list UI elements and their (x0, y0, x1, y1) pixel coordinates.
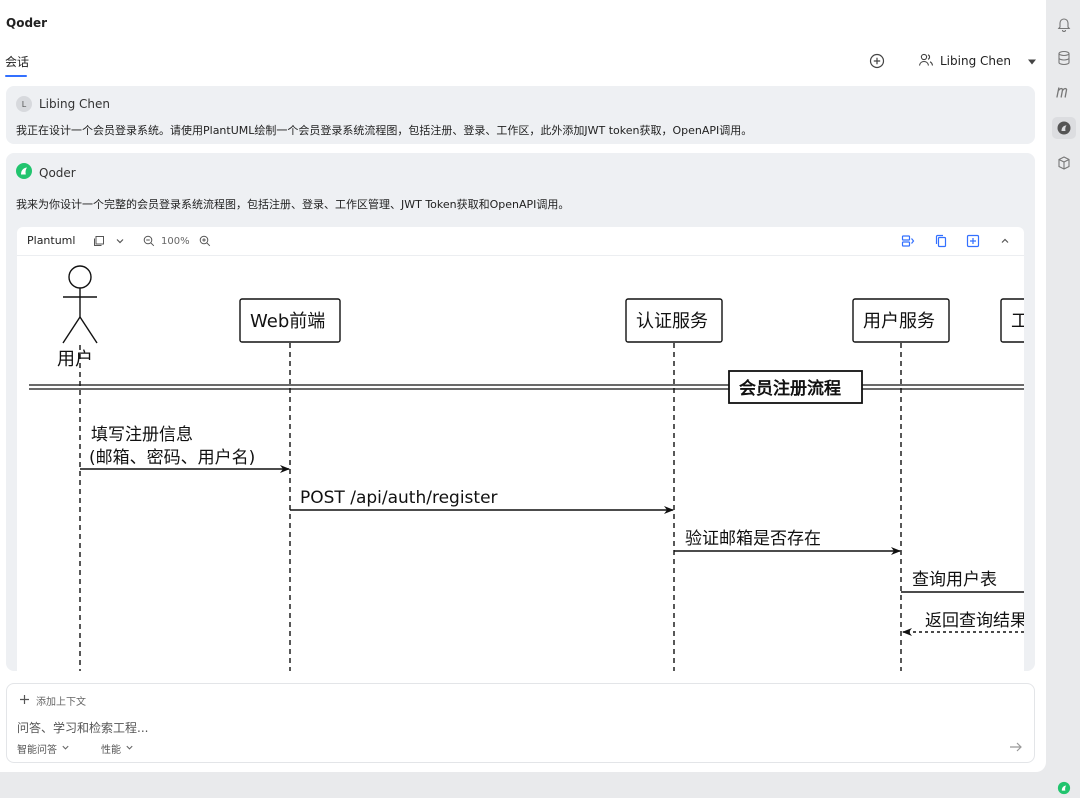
chevron-down-icon (61, 743, 70, 755)
split-view-icon[interactable] (901, 233, 915, 249)
tab-conversation[interactable]: 会话 (5, 53, 29, 70)
panel-toolbar: Plantuml 100% (17, 227, 1024, 256)
app-title: Qoder (6, 16, 48, 30)
participant-label: 用户服务 (863, 311, 935, 332)
caret-down-icon (1027, 54, 1037, 68)
main-window: Qoder 会话 Libing Chen L Libing Chen 我正在设计… (0, 0, 1046, 772)
message-text: 我来为你设计一个完整的会员登录系统流程图，包括注册、登录、工作区管理、JWT T… (16, 198, 570, 211)
mode-label: 智能问答 (17, 745, 57, 756)
user-message: L Libing Chen 我正在设计一个会员登录系统。请使用PlantUML绘… (6, 86, 1035, 144)
message-author: L Libing Chen (16, 96, 110, 112)
collapse-icon[interactable] (1000, 233, 1010, 249)
qoder-logo-icon (16, 163, 32, 182)
participant-label: Web前端 (250, 311, 325, 332)
participant-label: 工 (1011, 311, 1024, 332)
model-label: 性能 (101, 745, 121, 756)
chat-composer: 添加上下文 问答、学习和检索工程... 智能问答 性能 (6, 683, 1035, 763)
chat-input[interactable]: 问答、学习和检索工程... (17, 719, 148, 736)
database-icon[interactable] (1054, 48, 1074, 68)
participant-web: Web前端 (239, 298, 341, 343)
svg-text:会员注册流程: 会员注册流程 (739, 378, 841, 399)
user-switcher[interactable]: Libing Chen (918, 52, 1037, 70)
sequence-diagram: .ll { stroke:#111; stroke-width:1.4; str… (29, 265, 1024, 671)
participant-label: 认证服务 (636, 311, 708, 332)
message-text: 我正在设计一个会员登录系统。请使用PlantUML绘制一个会员登录系统流程图，包… (16, 124, 753, 137)
section-label: 会员注册流程 (728, 370, 863, 404)
author-name: Libing Chen (39, 97, 110, 111)
users-icon (918, 53, 934, 70)
avatar: L (16, 96, 32, 112)
plus-icon (19, 694, 30, 708)
panel-title: Plantuml (27, 234, 76, 247)
plus-circle-icon[interactable] (868, 52, 886, 70)
qoder-status-icon[interactable] (1054, 778, 1074, 798)
insert-icon[interactable] (966, 233, 980, 249)
assistant-message: Qoder 我来为你设计一个完整的会员登录系统流程图，包括注册、登录、工作区管理… (6, 153, 1035, 671)
zoom-level: 100% (161, 235, 190, 247)
message-label: (邮箱、密码、用户名) (89, 448, 255, 468)
participant-auth: 认证服务 (625, 298, 723, 343)
zoom-out-icon[interactable] (143, 233, 155, 249)
chevron-down-icon (125, 743, 134, 755)
bell-icon[interactable] (1054, 14, 1074, 34)
actor-user: 用户 (57, 265, 98, 370)
cube-icon[interactable] (1054, 153, 1074, 173)
add-context-button[interactable]: 添加上下文 (19, 693, 86, 708)
message-label: 验证邮箱是否存在 (685, 529, 821, 549)
mode-select[interactable]: 智能问答 (17, 741, 70, 756)
participant-workspace: 工 (1000, 298, 1024, 343)
participant-label: 用户 (57, 349, 93, 370)
view-mode-icon[interactable] (93, 233, 105, 249)
m-logo-icon[interactable] (1054, 82, 1074, 102)
user-name: Libing Chen (940, 54, 1011, 68)
model-select[interactable]: 性能 (101, 741, 134, 756)
copy-icon[interactable] (934, 233, 948, 249)
qoder-icon[interactable] (1054, 118, 1074, 138)
message-label: POST /api/auth/register (300, 488, 498, 508)
add-context-label: 添加上下文 (36, 697, 86, 708)
message-label: 填写注册信息 (91, 425, 193, 445)
message-label: 查询用户表 (912, 570, 997, 590)
participant-user-service: 用户服务 (852, 298, 950, 343)
send-icon[interactable] (1008, 739, 1026, 757)
chevron-down-icon[interactable] (115, 233, 125, 249)
zoom-in-icon[interactable] (199, 233, 211, 249)
message-label: 返回查询结果 (925, 611, 1024, 631)
active-tab-indicator (5, 75, 27, 77)
author-name: Qoder (39, 165, 76, 180)
message-author: Qoder (16, 163, 76, 182)
plantuml-panel: Plantuml 100% 用户 Web前端 认证服务 用户服务 工 会员注册流… (17, 227, 1024, 671)
